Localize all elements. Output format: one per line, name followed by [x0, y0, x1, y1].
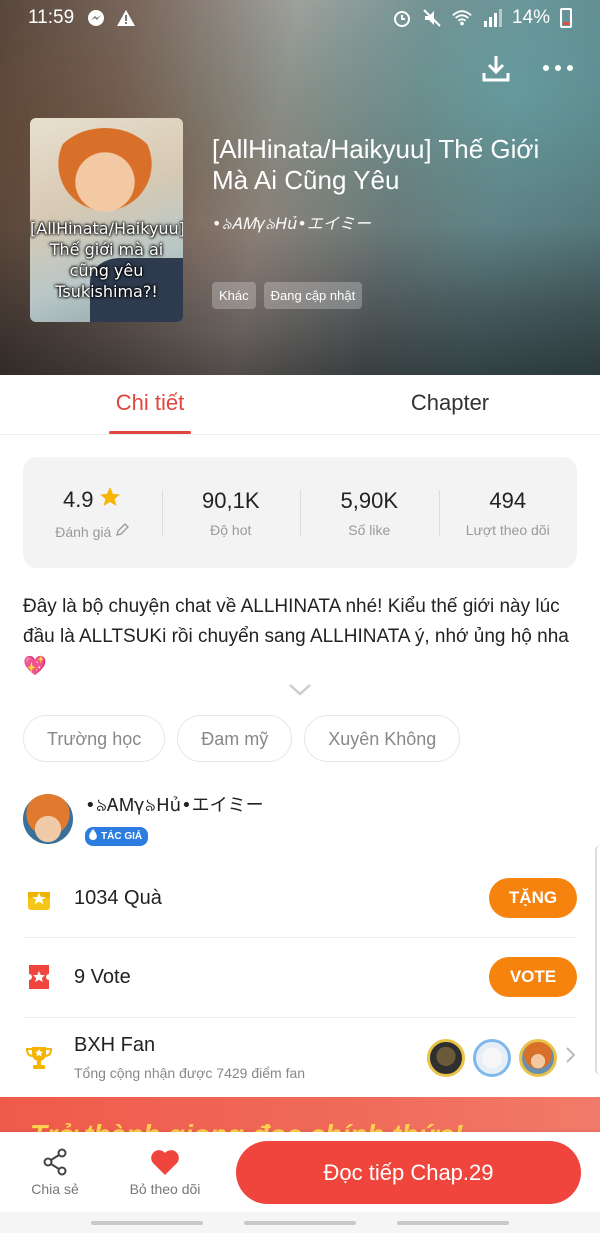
divider	[23, 1017, 577, 1018]
fan-rank-subtitle: Tổng cộng nhận được 7429 điểm fan	[74, 1065, 306, 1081]
nav-home[interactable]	[243, 1220, 356, 1225]
heart-icon	[110, 1147, 220, 1177]
scroll-indicator[interactable]	[595, 845, 600, 1075]
wifi-icon	[452, 8, 472, 28]
share-button[interactable]: Chia sẻ	[0, 1147, 110, 1197]
fan-rank-title: BXH Fan	[74, 1034, 156, 1056]
more-options-icon[interactable]	[540, 50, 576, 86]
signal-icon	[482, 8, 502, 28]
tab-chapter[interactable]: Chapter	[300, 375, 600, 434]
cover-text-line: cũng yêu	[69, 261, 144, 280]
story-description: Đây là bộ chuyện chat về ALLHINATA nhé! …	[23, 596, 569, 677]
author-badge-label: TÁC GIẢ	[101, 831, 143, 842]
rating-value: 4.9	[62, 487, 94, 512]
author-badge: TÁC GIẢ	[85, 827, 149, 846]
genre-list: Trường học Đam mỹ Xuyên Không	[23, 715, 461, 762]
gift-icon	[23, 885, 55, 911]
warning-icon	[116, 8, 136, 28]
stat-hot: 90,1K Độ hot	[161, 487, 301, 538]
tab-details[interactable]: Chi tiết	[0, 375, 300, 434]
cover-text-line: Tsukishima?!	[55, 282, 158, 301]
nav-recents[interactable]	[90, 1220, 203, 1225]
vote-count: 9 Vote	[74, 965, 131, 988]
status-tag: Đang cập nhật	[263, 282, 363, 309]
divider	[23, 937, 577, 938]
stat-rating[interactable]: 4.9 Đánh giá	[23, 485, 162, 540]
mute-icon	[422, 8, 442, 28]
likes-value: 5,90K	[340, 487, 399, 513]
bottom-action-bar: Chia sẻ Bỏ theo dõi Đọc tiếp Chap.29	[0, 1132, 600, 1212]
fan-rank-row[interactable]: BXH Fan Tổng cộng nhận được 7429 điểm fa…	[23, 1034, 577, 1081]
votes-row: 9 Vote VOTE	[23, 957, 577, 997]
status-bar: 11:59 14%	[0, 0, 600, 36]
continue-reading-button[interactable]: Đọc tiếp Chap.29	[236, 1141, 581, 1204]
alarm-icon	[392, 8, 412, 28]
vote-button[interactable]: VOTE	[489, 957, 577, 997]
followers-value: 494	[489, 487, 527, 513]
hot-label: Độ hot	[210, 521, 252, 538]
genre-tag[interactable]: Xuyên Không	[304, 715, 461, 762]
system-nav-bar	[0, 1212, 600, 1233]
cover-image: [AllHinata/Haikyuu] Thế giới mà ai cũng …	[30, 118, 183, 322]
story-header: 11:59 14% [AllHinata/Haikyuu] Thế giới m…	[0, 0, 600, 375]
tab-bar: Chi tiết Chapter	[0, 375, 600, 435]
gift-button[interactable]: TẶNG	[489, 878, 577, 918]
fan-avatar[interactable]	[473, 1038, 511, 1077]
chevron-down-icon[interactable]	[288, 683, 312, 702]
battery-percent: 14%	[511, 7, 550, 28]
category-tag[interactable]: Khác	[212, 282, 256, 309]
avatar[interactable]	[23, 793, 73, 844]
fan-avatar[interactable]	[519, 1038, 557, 1077]
genre-tag[interactable]: Trường học	[23, 715, 166, 762]
stats-panel: 4.9 Đánh giá 90,1K Độ hot 5,90K Số like …	[23, 457, 577, 568]
cover-text-line: [AllHinata/Haikyuu]	[30, 219, 183, 238]
unfollow-label: Bỏ theo dõi	[129, 1181, 201, 1197]
stat-likes: 5,90K Số like	[300, 488, 439, 538]
edit-icon[interactable]	[115, 523, 130, 540]
chevron-right-icon[interactable]	[565, 1046, 577, 1069]
story-author[interactable]: •৯ᎪᎷγ৯Hủ•エイミー	[212, 210, 572, 238]
rating-label: Đánh giá	[55, 523, 112, 540]
followers-label: Lượt theo dõi	[465, 521, 550, 538]
vote-ticket-icon	[23, 964, 55, 990]
gift-count: 1034 Quà	[74, 886, 162, 909]
share-label: Chia sẻ	[31, 1181, 79, 1197]
drop-icon	[88, 829, 98, 844]
cover-text-line: Thế giới mà ai	[49, 240, 164, 259]
genre-tag[interactable]: Đam mỹ	[177, 715, 293, 762]
fan-avatar[interactable]	[427, 1038, 465, 1077]
download-icon[interactable]	[478, 50, 514, 86]
nav-back[interactable]	[397, 1220, 510, 1225]
star-icon	[98, 485, 122, 515]
share-icon	[0, 1147, 110, 1177]
likes-label: Số like	[348, 521, 391, 538]
status-time: 11:59	[28, 7, 75, 28]
story-title: [AllHinata/Haikyuu] Thế Giới Mà Ai Cũng …	[212, 134, 540, 195]
unfollow-button[interactable]: Bỏ theo dõi	[110, 1147, 220, 1197]
author-row[interactable]: •৯ᎪᎷγ৯Hủ•エイミー TÁC GIẢ	[23, 791, 264, 846]
messenger-icon	[86, 8, 106, 28]
stat-followers: 494 Lượt theo dõi	[438, 487, 578, 538]
hot-value: 90,1K	[202, 487, 260, 513]
battery-icon	[560, 8, 572, 28]
gifts-row: 1034 Quà TẶNG	[23, 878, 577, 918]
trophy-icon	[23, 1044, 55, 1072]
author-name[interactable]: •৯ᎪᎷγ৯Hủ•エイミー	[85, 791, 264, 822]
